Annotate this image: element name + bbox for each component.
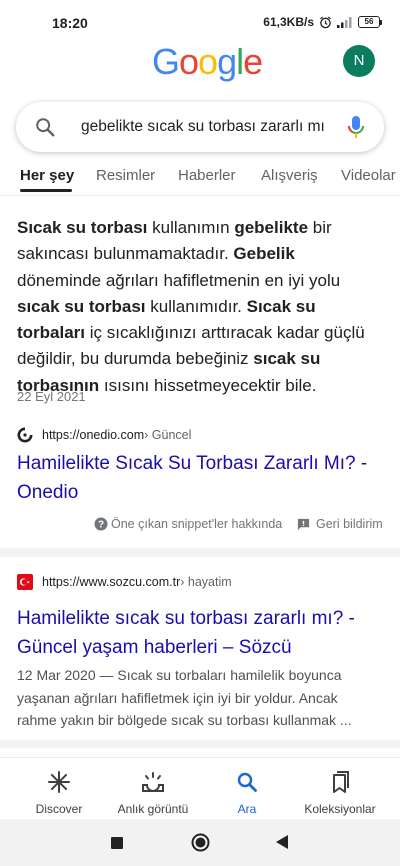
back-icon[interactable] bbox=[276, 835, 289, 849]
feedback-link[interactable]: Geri bildirim bbox=[297, 517, 383, 531]
nav-snapshot[interactable]: Anlık görüntü bbox=[103, 770, 203, 816]
card-separator bbox=[0, 548, 400, 557]
status-bar: 18:20 61,3KB/s 56 bbox=[0, 0, 400, 44]
network-speed: 61,3KB/s bbox=[263, 15, 314, 29]
snapshot-icon bbox=[142, 772, 164, 792]
result-url: https://www.sozcu.com.tr bbox=[42, 575, 181, 589]
logo-letter: o bbox=[198, 41, 218, 82]
nav-collections[interactable]: Koleksiyonlar bbox=[290, 770, 390, 816]
result-description: 12 Mar 2020 — Sıcak su torbaları hamilel… bbox=[17, 667, 352, 728]
home-icon[interactable] bbox=[191, 833, 210, 852]
search-icon[interactable] bbox=[34, 116, 56, 138]
search-tabs: Her şey Resimler Haberler Alışveriş Vide… bbox=[0, 160, 400, 194]
nav-discover-label: Discover bbox=[35, 802, 83, 816]
help-icon: ? bbox=[94, 517, 108, 531]
result-url-path: › Güncel bbox=[144, 428, 192, 442]
snippet-highlight: gebelikte bbox=[234, 218, 309, 237]
signal-icon bbox=[337, 17, 352, 28]
snippet-highlight: Sıcak su torbası bbox=[17, 218, 148, 237]
result-url-path: › hayatim bbox=[180, 575, 232, 589]
tab-shopping[interactable]: Alışveriş bbox=[261, 167, 318, 184]
snippet-feedback-row: ? Öne çıkan snippet'ler hakkında Geri bi… bbox=[0, 514, 400, 534]
featured-snippet-text: Sıcak su torbası kullanımın gebelikte bi… bbox=[17, 215, 372, 399]
snippet-date: 22 Eyl 2021 bbox=[17, 389, 86, 404]
avatar[interactable]: N bbox=[343, 45, 375, 77]
result-title-link[interactable]: Hamilelikte sıcak su torbası zararlı mı?… bbox=[17, 604, 387, 662]
google-logo: Google bbox=[152, 41, 263, 82]
logo-letter: l bbox=[236, 41, 244, 82]
nav-snapshot-label: Anlık görüntü bbox=[117, 802, 189, 816]
nav-discover[interactable]: Discover bbox=[9, 770, 109, 816]
battery-level: 56 bbox=[358, 16, 380, 28]
result-url: https://onedio.com bbox=[42, 428, 145, 442]
snippet-highlight: Gebelik bbox=[233, 244, 295, 264]
about-snippets-link[interactable]: ? Öne çıkan snippet'ler hakkında bbox=[94, 517, 282, 531]
logo-letter: o bbox=[179, 41, 199, 82]
sozcu-favicon-icon bbox=[17, 574, 33, 590]
svg-text:?: ? bbox=[98, 520, 104, 531]
active-tab-indicator bbox=[20, 189, 72, 192]
search-input[interactable]: gebelikte sıcak su torbası zararlı mı bbox=[81, 118, 336, 136]
card-separator bbox=[0, 740, 400, 748]
feedback-label: Geri bildirim bbox=[316, 517, 383, 531]
collections-icon bbox=[333, 771, 349, 793]
tab-news[interactable]: Haberler bbox=[178, 167, 236, 184]
search-icon bbox=[237, 772, 257, 792]
result-title-link[interactable]: Hamilelikte Sıcak Su Torbası Zararlı Mı?… bbox=[17, 449, 387, 507]
snippet-highlight: sıcak su torbası bbox=[17, 296, 146, 316]
divider bbox=[0, 195, 400, 196]
status-indicators: 61,3KB/s 56 bbox=[263, 15, 382, 29]
alarm-icon bbox=[320, 15, 331, 28]
onedio-favicon-icon bbox=[17, 427, 33, 443]
battery-icon: 56 bbox=[358, 16, 382, 28]
status-time: 18:20 bbox=[52, 15, 88, 31]
tab-videos[interactable]: Videolar bbox=[341, 167, 396, 184]
snippet-text: kullanımıdır. bbox=[145, 296, 247, 316]
recent-apps-icon[interactable] bbox=[111, 837, 123, 849]
tab-all[interactable]: Her şey bbox=[20, 167, 74, 184]
tab-images[interactable]: Resimler bbox=[96, 167, 155, 184]
asterisk-icon bbox=[48, 771, 70, 793]
logo-letter: g bbox=[217, 41, 237, 82]
snippet-text: döneminde ağrıları hafifletmenin en iyi … bbox=[17, 270, 341, 290]
nav-search-label: Ara bbox=[237, 802, 257, 816]
about-snippets-label: Öne çıkan snippet'ler hakkında bbox=[111, 517, 283, 531]
logo-letter: e bbox=[243, 41, 263, 82]
bottom-navigation: Discover Anlık görüntü Ara Koleksiyonlar bbox=[0, 757, 400, 819]
feedback-icon bbox=[297, 518, 310, 530]
mic-icon[interactable] bbox=[346, 115, 366, 141]
nav-search[interactable]: Ara bbox=[197, 770, 297, 816]
snippet-text: ısısını hissetmeyecektir bile. bbox=[99, 375, 317, 395]
system-navigation-bar bbox=[0, 819, 400, 866]
nav-collections-label: Koleksiyonlar bbox=[304, 802, 376, 816]
search-box[interactable]: gebelikte sıcak su torbası zararlı mı bbox=[16, 102, 384, 152]
snippet-text: kullanımın bbox=[147, 218, 235, 237]
logo-letter: G bbox=[152, 41, 180, 82]
result-source[interactable]: https://www.sozcu.com.tr › hayatim bbox=[17, 572, 232, 592]
result-source[interactable]: https://onedio.com › Güncel bbox=[17, 425, 191, 445]
